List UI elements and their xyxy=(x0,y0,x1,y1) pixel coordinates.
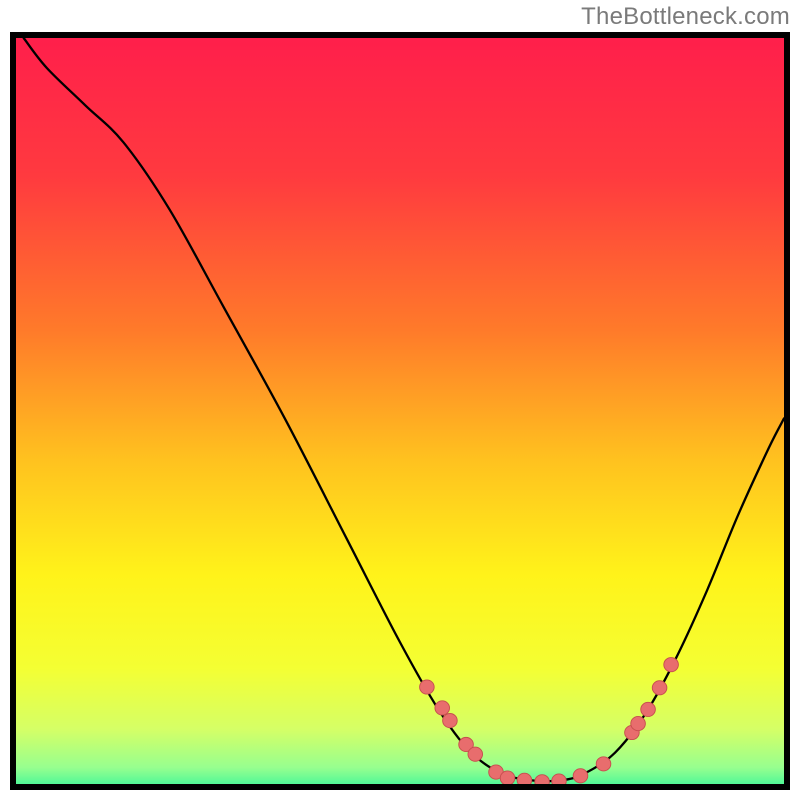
data-marker xyxy=(535,775,550,784)
data-marker xyxy=(500,771,515,784)
attribution-label: TheBottleneck.com xyxy=(581,3,790,31)
data-marker xyxy=(420,680,435,694)
data-marker xyxy=(517,773,532,784)
chart-container: TheBottleneck.com xyxy=(0,0,800,800)
data-marker xyxy=(435,701,450,715)
plot-frame xyxy=(10,32,790,790)
data-marker xyxy=(652,681,667,695)
data-marker xyxy=(443,714,458,728)
data-marker xyxy=(596,757,611,771)
plot-area xyxy=(16,38,784,784)
data-marker xyxy=(631,716,646,730)
data-marker xyxy=(573,769,588,783)
data-marker xyxy=(468,747,483,761)
marker-layer xyxy=(16,38,784,784)
data-marker xyxy=(664,658,679,672)
data-marker xyxy=(552,774,567,784)
data-marker xyxy=(641,702,656,716)
